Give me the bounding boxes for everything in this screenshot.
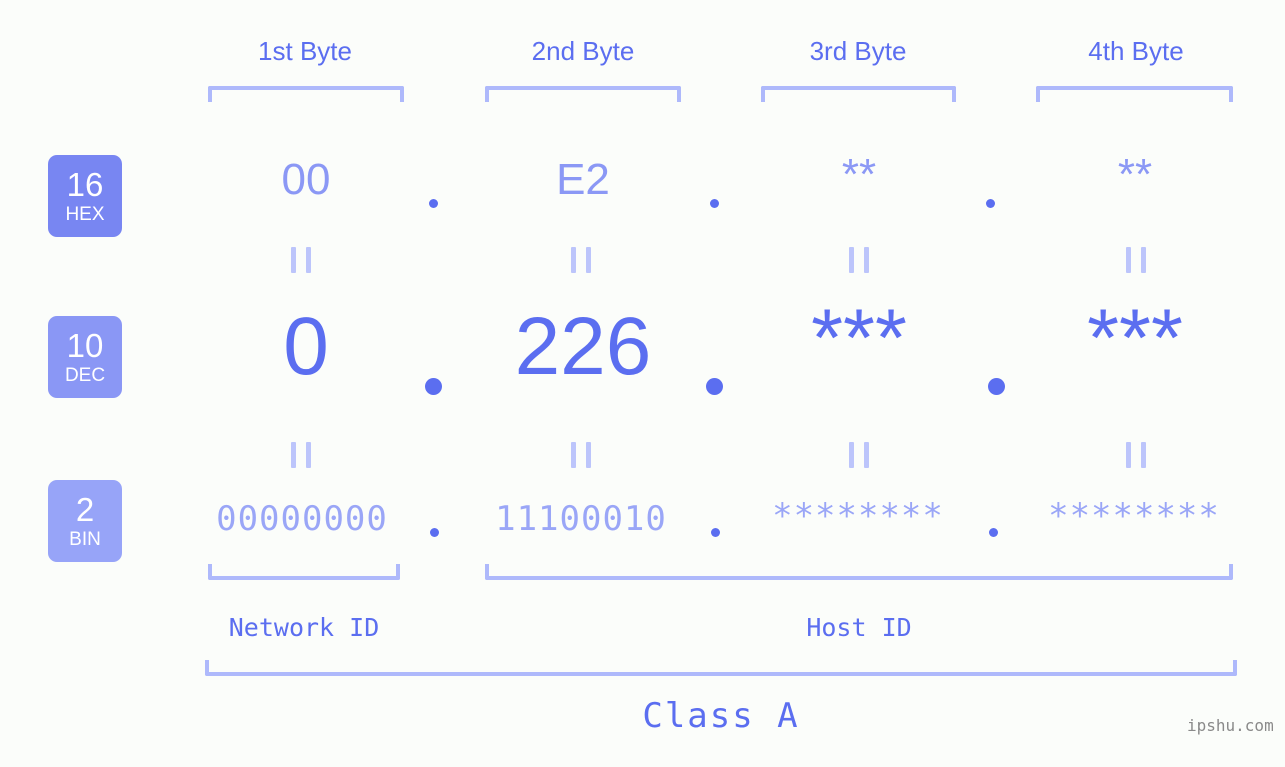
byte-bracket-3 [761, 86, 956, 102]
dec-separator-2 [706, 378, 723, 395]
equals-connector-hex-dec-1 [291, 247, 311, 273]
hex-byte-2: E2 [556, 155, 610, 204]
dec-byte-4: *** [1087, 293, 1183, 384]
equals-connector-hex-dec-4 [1126, 247, 1146, 273]
bin-separator-1 [430, 528, 439, 537]
bin-separator-2 [711, 528, 720, 537]
dec-separator-3 [988, 378, 1005, 395]
hex-byte-3: ** [841, 150, 877, 199]
badge-bin: 2 BIN [48, 480, 122, 562]
badge-dec: 10 DEC [48, 316, 122, 398]
bin-byte-1: 00000000 [216, 499, 388, 539]
equals-connector-hex-dec-3 [849, 247, 869, 273]
bin-separator-3 [989, 528, 998, 537]
network-id-bracket [208, 564, 400, 580]
host-id-bracket [485, 564, 1233, 580]
bin-byte-4: ******** [1048, 496, 1220, 536]
class-label: Class A [642, 696, 800, 736]
badge-hex: 16 HEX [48, 155, 122, 237]
byte-header-3: 3rd Byte [809, 36, 907, 66]
byte-bracket-1 [208, 86, 404, 102]
badge-dec-label: DEC [64, 365, 106, 386]
dec-byte-1: 0 [283, 301, 329, 392]
hex-separator-3 [986, 199, 995, 208]
class-bracket [205, 660, 1237, 676]
equals-connector-hex-dec-2 [571, 247, 591, 273]
host-id-label: Host ID [806, 613, 912, 642]
badge-hex-label: HEX [65, 204, 105, 225]
byte-header-1: 1st Byte [258, 36, 352, 66]
byte-header-4: 4th Byte [1088, 36, 1184, 66]
equals-connector-dec-bin-2 [571, 442, 591, 468]
equals-connector-dec-bin-4 [1126, 442, 1146, 468]
hex-byte-1: 00 [281, 155, 331, 204]
hex-byte-4: ** [1117, 150, 1153, 199]
dec-separator-1 [425, 378, 442, 395]
ip-address-breakdown-diagram: 1st Byte 2nd Byte 3rd Byte 4th Byte 16 H… [0, 0, 1285, 767]
badge-hex-number: 16 [66, 166, 104, 203]
badge-bin-number: 2 [75, 491, 95, 528]
bin-byte-3: ******** [772, 496, 944, 536]
badge-bin-label: BIN [69, 529, 101, 550]
byte-header-2: 2nd Byte [531, 36, 635, 66]
badge-dec-number: 10 [66, 327, 104, 364]
dec-byte-2: 226 [514, 301, 652, 392]
hex-separator-1 [429, 199, 438, 208]
hex-separator-2 [710, 199, 719, 208]
network-id-label: Network ID [228, 613, 380, 642]
dec-byte-3: *** [811, 293, 907, 384]
byte-bracket-4 [1036, 86, 1233, 102]
bin-byte-2: 11100010 [495, 499, 667, 539]
byte-bracket-2 [485, 86, 681, 102]
equals-connector-dec-bin-3 [849, 442, 869, 468]
site-watermark: ipshu.com [1187, 716, 1274, 735]
equals-connector-dec-bin-1 [291, 442, 311, 468]
